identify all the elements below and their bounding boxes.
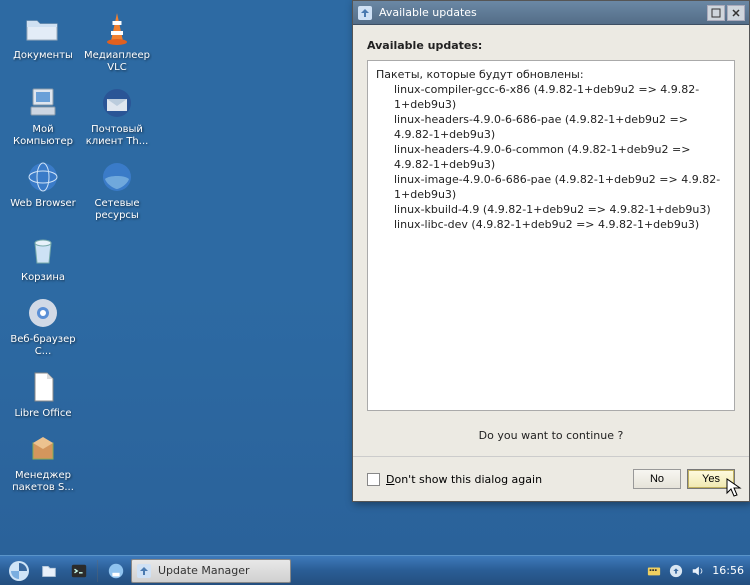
dont-show-label[interactable]: Don't show this dialog again xyxy=(386,473,542,486)
globe-icon xyxy=(24,158,62,196)
no-button[interactable]: No xyxy=(633,469,681,489)
thunderbird-icon xyxy=(98,84,136,122)
desktop-icon-label: Менеджер пакетов S... xyxy=(8,470,78,494)
update-dialog: Available updates Available updates: Пак… xyxy=(352,0,750,502)
desktop[interactable]: Документы Медиаплеер VLC Мой Компьютер xyxy=(0,0,750,585)
package-line: linux-libc-dev (4.9.82-1+deb9u2 => 4.9.8… xyxy=(376,217,726,232)
document-icon xyxy=(24,368,62,406)
taskbar-item-label: Update Manager xyxy=(158,564,250,577)
tray-updates-icon[interactable] xyxy=(668,563,684,579)
chromium-icon xyxy=(24,294,62,332)
computer-icon xyxy=(24,84,62,122)
package-line: linux-kbuild-4.9 (4.9.82-1+deb9u2 => 4.9… xyxy=(376,202,726,217)
desktop-icon-vlc[interactable]: Медиаплеер VLC xyxy=(80,6,154,78)
trash-icon xyxy=(24,232,62,270)
desktop-icon-trash[interactable]: Корзина xyxy=(6,228,80,288)
dialog-body: Available updates: Пакеты, которые будут… xyxy=(353,25,749,456)
package-line: linux-compiler-gcc-6-x86 (4.9.82-1+deb9u… xyxy=(376,82,726,112)
desktop-icon-documents[interactable]: Документы xyxy=(6,6,80,78)
updates-list-header: Пакеты, которые будут обновлены: xyxy=(376,67,726,82)
dont-show-checkbox[interactable] xyxy=(367,473,380,486)
maximize-button[interactable] xyxy=(707,5,725,21)
desktop-icon-label: Медиаплеер VLC xyxy=(82,50,152,74)
tray-clock[interactable]: 16:56 xyxy=(712,564,744,577)
desktop-icon-label: Сетевые ресурсы xyxy=(82,198,152,222)
desktop-icon-synaptic[interactable]: Менеджер пакетов S... xyxy=(6,426,80,498)
network-icon xyxy=(98,158,136,196)
dialog-app-icon xyxy=(357,5,373,21)
show-desktop-button[interactable] xyxy=(102,559,130,583)
quick-launch-terminal[interactable] xyxy=(65,559,93,583)
package-line: linux-headers-4.9.0-6-common (4.9.82-1+d… xyxy=(376,142,726,172)
desktop-icon-label: Корзина xyxy=(21,272,65,284)
dialog-title: Available updates xyxy=(379,6,705,19)
close-button[interactable] xyxy=(727,5,745,21)
yes-button[interactable]: Yes xyxy=(687,469,735,489)
taskbar-item-update-manager[interactable]: Update Manager xyxy=(131,559,291,583)
system-tray: 16:56 xyxy=(646,563,746,579)
continue-question: Do you want to continue ? xyxy=(367,411,735,456)
desktop-icon-label: Документы xyxy=(13,50,73,62)
package-line: linux-headers-4.9.0-6-686-pae (4.9.82-1+… xyxy=(376,112,726,142)
desktop-icon-label: Веб-браузер C... xyxy=(8,334,78,358)
start-menu-button[interactable] xyxy=(5,559,33,583)
folder-icon xyxy=(24,10,62,48)
desktop-icon-label: Libre Office xyxy=(14,408,71,420)
taskbar-separator xyxy=(97,560,98,582)
taskbar: Update Manager 16:56 xyxy=(0,555,750,585)
desktop-icon-label: Мой Компьютер xyxy=(8,124,78,148)
package-line: linux-image-4.9.0-6-686-pae (4.9.82-1+de… xyxy=(376,172,726,202)
desktop-icon-my-computer[interactable]: Мой Компьютер xyxy=(6,80,80,152)
desktop-icons: Документы Медиаплеер VLC Мой Компьютер xyxy=(6,6,154,498)
dialog-footer: Don't show this dialog again No Yes xyxy=(353,456,749,501)
vlc-cone-icon xyxy=(98,10,136,48)
package-manager-icon xyxy=(24,430,62,468)
update-manager-icon xyxy=(136,563,152,579)
dialog-titlebar[interactable]: Available updates xyxy=(353,1,749,25)
desktop-icon-web-browser[interactable]: Web Browser xyxy=(6,154,80,226)
desktop-icon-libreoffice[interactable]: Libre Office xyxy=(6,364,80,424)
desktop-icon-chromium[interactable]: Веб-браузер C... xyxy=(6,290,80,362)
desktop-icon-network[interactable]: Сетевые ресурсы xyxy=(80,154,154,226)
tray-keyboard-icon[interactable] xyxy=(646,563,662,579)
tray-volume-icon[interactable] xyxy=(690,563,706,579)
quick-launch-files[interactable] xyxy=(35,559,63,583)
dialog-heading: Available updates: xyxy=(367,39,735,52)
desktop-icon-label: Web Browser xyxy=(10,198,76,210)
desktop-icon-label: Почтовый клиент Th... xyxy=(82,124,152,148)
desktop-icon-thunderbird[interactable]: Почтовый клиент Th... xyxy=(80,80,154,152)
updates-textpanel[interactable]: Пакеты, которые будут обновлены: linux-c… xyxy=(367,60,735,411)
